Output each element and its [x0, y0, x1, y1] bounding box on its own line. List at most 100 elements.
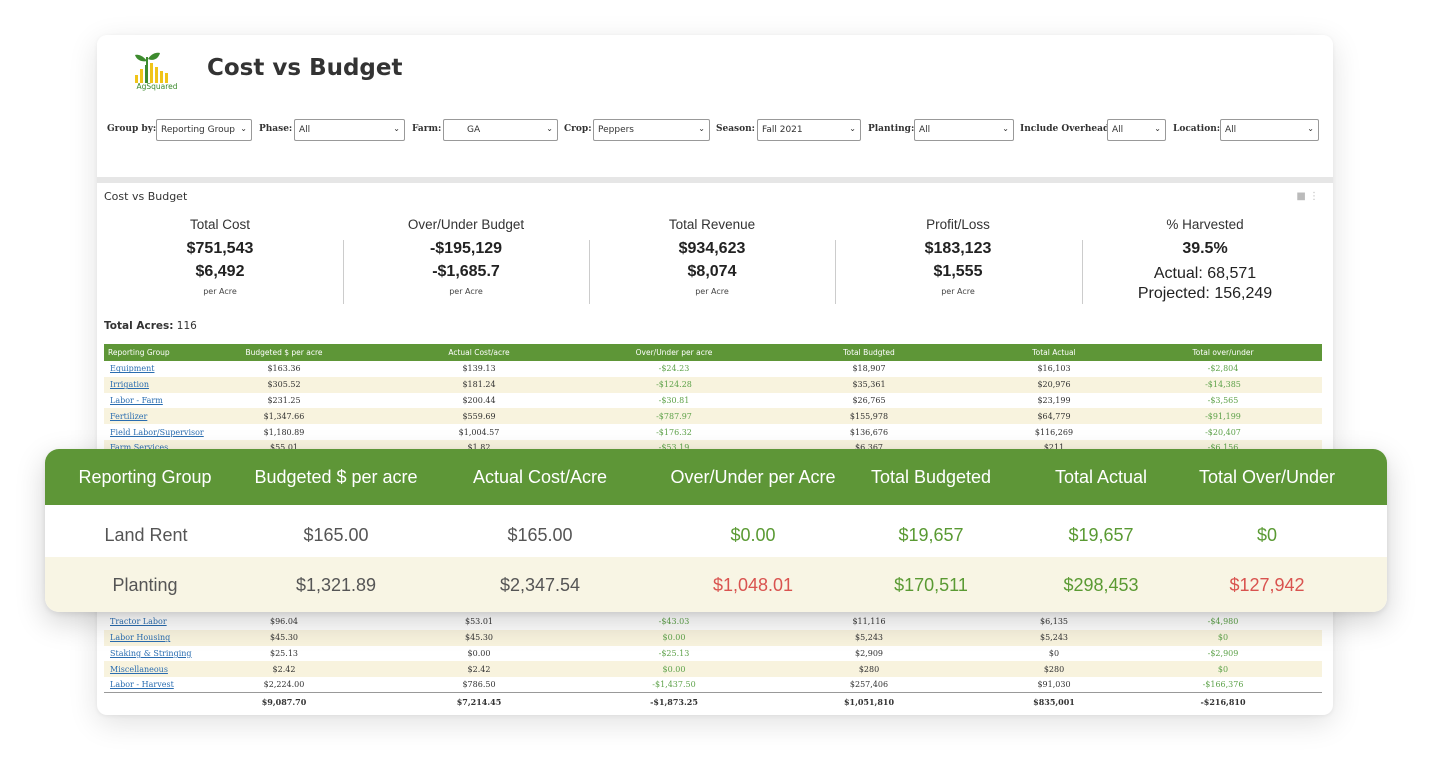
- group-link[interactable]: Staking & Stringing: [110, 649, 192, 658]
- cost-table: Reporting Group Budgeted $ per acre Actu…: [104, 344, 1322, 456]
- table-cell: $6,135: [1040, 617, 1068, 627]
- group-link[interactable]: Field Labor/Supervisor: [110, 428, 204, 437]
- highlight-cell: $1,048.01: [712, 575, 794, 595]
- group-link[interactable]: Irrigation: [110, 380, 149, 389]
- table-row: Staking & Stringing $25.13 $0.00 -$25.13…: [104, 646, 1322, 662]
- kpi-total-revenue: Total Revenue $934,623 $8,074 per Acre: [589, 217, 835, 296]
- group-link[interactable]: Labor Housing: [110, 633, 170, 642]
- table-cell: $0.00: [594, 629, 754, 646]
- table-cell: -$2,804: [1207, 364, 1239, 374]
- planting-select[interactable]: All ⌄: [914, 119, 1014, 141]
- planting-value: All: [919, 125, 931, 135]
- dashboard-card: AgSquared Cost vs Budget Group by: Repor…: [97, 35, 1333, 715]
- chevron-down-icon: ⌄: [1154, 124, 1161, 133]
- more-options-icon[interactable]: ⋮: [1309, 191, 1319, 202]
- table-row: Irrigation $305.52 $181.24 -$124.28 $35,…: [104, 376, 1322, 393]
- page-header: AgSquared Cost vs Budget Group by: Repor…: [97, 35, 1333, 177]
- farm-select[interactable]: GA ⌄: [443, 119, 558, 141]
- table-cell: $53.01: [465, 617, 493, 627]
- group-link[interactable]: Labor - Farm: [110, 396, 163, 405]
- group-link[interactable]: Equipment: [110, 364, 154, 373]
- location-select[interactable]: All ⌄: [1220, 119, 1319, 141]
- table-row: Labor Housing $45.30 $45.30 $0.00 $5,243…: [104, 629, 1322, 646]
- kpi-projected: Projected: 156,249: [1137, 285, 1273, 302]
- column-header[interactable]: Total Actual: [984, 344, 1124, 361]
- column-header[interactable]: Reporting Group: [104, 344, 204, 361]
- table-cell: $181.24: [364, 376, 594, 393]
- kpi-profit-loss: Profit/Loss $183,123 $1,555 per Acre: [835, 217, 1081, 296]
- group-by-value: Reporting Group: [161, 125, 236, 135]
- total-cell: -$1,873.25: [594, 692, 754, 711]
- highlight-header: Reporting Group: [78, 467, 212, 487]
- group-cell: Tractor Labor: [104, 614, 204, 630]
- phase-value: All: [299, 125, 311, 135]
- table-cell: $16,103: [1037, 364, 1071, 374]
- phase-label: Phase:: [259, 124, 293, 134]
- table-cell: -$14,385: [1124, 376, 1322, 393]
- group-cell: Fertilizer: [104, 408, 204, 425]
- table-cell: $2,224.00: [263, 680, 305, 690]
- table-cell: $1,347.66: [204, 408, 364, 425]
- include-overhead-select[interactable]: All ⌄: [1107, 119, 1166, 141]
- column-header[interactable]: Budgeted $ per acre: [204, 344, 364, 361]
- table-cell: $559.69: [364, 408, 594, 425]
- table-cell: $163.36: [267, 364, 301, 374]
- comment-icon[interactable]: ■: [1296, 191, 1305, 202]
- column-header[interactable]: Over/Under per acre: [594, 344, 754, 361]
- table-cell: $96.04: [270, 617, 298, 627]
- kpi-per-acre: -$1,685.7: [432, 263, 500, 280]
- kpi-value: $934,623: [678, 240, 746, 257]
- table-cell: -$787.97: [594, 408, 754, 425]
- season-value: Fall 2021: [762, 125, 803, 135]
- kpi-label: Over/Under Budget: [407, 217, 525, 232]
- group-link[interactable]: Tractor Labor: [110, 617, 167, 626]
- phase-select[interactable]: All ⌄: [294, 119, 405, 141]
- cost-table-lower: Tractor Labor $96.04 $53.01 -$43.03 $11,…: [104, 614, 1322, 711]
- total-cell: $835,001: [984, 692, 1124, 711]
- group-link[interactable]: Fertilizer: [110, 412, 147, 421]
- table-cell: $305.52: [204, 376, 364, 393]
- table-cell: $0.00: [467, 648, 491, 658]
- table-cell: $257,406: [849, 680, 889, 690]
- kpi-unit: per Acre: [695, 287, 729, 296]
- group-link[interactable]: Labor - Harvest: [110, 680, 174, 689]
- column-header[interactable]: Total Budgted: [754, 344, 984, 361]
- table-cell: $2,909: [855, 648, 883, 658]
- table-cell: -$166,376: [1202, 680, 1244, 690]
- kpi-unit: per Acre: [203, 287, 237, 296]
- crop-select[interactable]: Peppers ⌄: [593, 119, 710, 141]
- table-row: Labor - Farm $231.25 $200.44 -$30.81 $26…: [104, 393, 1322, 409]
- panel-title: Cost vs Budget: [104, 190, 188, 203]
- season-select[interactable]: Fall 2021 ⌄: [757, 119, 861, 141]
- column-header[interactable]: Actual Cost/acre: [364, 344, 594, 361]
- panel-menu[interactable]: ■ ⋮: [1296, 191, 1319, 202]
- total-acres-label: Total Acres:: [104, 320, 174, 332]
- kpi-value: $751,543: [186, 240, 254, 257]
- group-by-select[interactable]: Reporting Group ⌄: [156, 119, 252, 141]
- kpi-actual: Actual: 68,571: [1153, 265, 1257, 282]
- kpi-label: % Harvested: [1166, 217, 1244, 232]
- table-total-row: $9,087.70 $7,214.45 -$1,873.25 $1,051,81…: [104, 692, 1322, 711]
- column-header[interactable]: Total over/under: [1124, 344, 1322, 361]
- kpi-over-under: Over/Under Budget -$195,129 -$1,685.7 pe…: [343, 217, 589, 296]
- kpi-value: $183,123: [924, 240, 992, 257]
- table-cell: -$1,437.50: [652, 680, 696, 690]
- highlight-header: Over/Under per Acre: [670, 467, 836, 487]
- chevron-down-icon: ⌄: [546, 124, 553, 133]
- planting-label: Planting:: [868, 124, 915, 134]
- highlight-group: Land Rent: [104, 525, 188, 545]
- table-cell: $0: [1124, 629, 1322, 646]
- table-cell: -$91,199: [1124, 408, 1322, 425]
- kpi-per-acre: $1,555: [933, 263, 983, 280]
- total-acres: Total Acres: 116: [104, 320, 197, 332]
- table-cell: $20,976: [984, 376, 1124, 393]
- group-link[interactable]: Miscellaneous: [110, 665, 168, 674]
- highlight-cell: $127,942: [1229, 575, 1305, 595]
- table-cell: $5,243: [984, 629, 1124, 646]
- kpi-per-acre: $6,492: [195, 263, 245, 280]
- table-cell: -$25.13: [658, 648, 690, 658]
- group-cell: Field Labor/Supervisor: [104, 424, 204, 440]
- kpi-unit: per Acre: [449, 287, 483, 296]
- table-cell: -$43.03: [658, 617, 690, 627]
- season-label: Season:: [716, 124, 755, 134]
